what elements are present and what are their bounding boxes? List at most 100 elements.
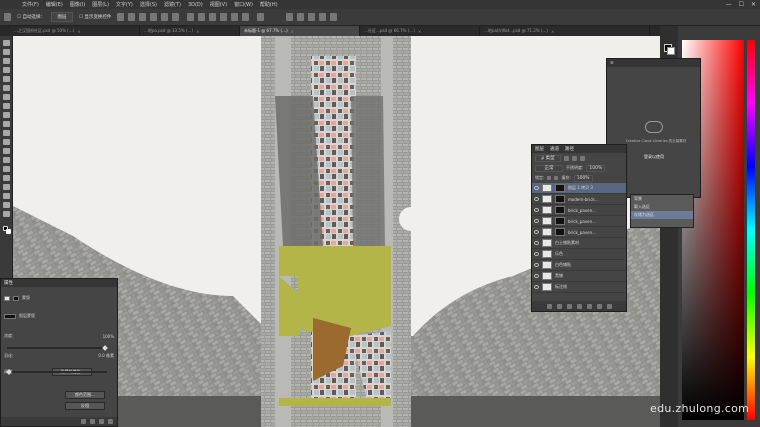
menu-window[interactable]: 窗口(W) — [234, 1, 253, 8]
stamp-icon[interactable] — [3, 112, 10, 118]
distribute-left-icon[interactable] — [220, 13, 228, 21]
close-button[interactable]: ✕ — [751, 1, 756, 8]
distribute-top-icon[interactable] — [187, 13, 195, 21]
eye-icon[interactable] — [534, 285, 539, 289]
menu-item-save-selection[interactable]: 存储为选区 — [631, 211, 693, 219]
menu-file[interactable]: 文件(F) — [22, 1, 39, 8]
invert-button[interactable]: 反相 — [65, 402, 105, 410]
align-vcenter-icon[interactable] — [128, 13, 136, 21]
align-hcenter-icon[interactable] — [161, 13, 169, 21]
align-right-icon[interactable] — [172, 13, 180, 21]
layer-row[interactable]: 白色铺贴 — [532, 260, 626, 271]
trash-icon[interactable] — [108, 419, 113, 424]
menu-image[interactable]: 图像(I) — [70, 1, 85, 8]
3d-roll-icon[interactable] — [308, 13, 316, 21]
tab-document-2[interactable]: …地pa.psd @ 33.5% (…) × — [140, 26, 240, 36]
filter-pixel-icon[interactable] — [564, 155, 569, 161]
mask-thumbnail[interactable] — [555, 206, 565, 214]
adjustment-icon[interactable] — [576, 303, 582, 309]
history-brush-icon[interactable] — [3, 121, 10, 127]
path-select-icon[interactable] — [3, 184, 10, 190]
lock-position-icon[interactable] — [554, 176, 559, 180]
eye-icon[interactable] — [534, 263, 539, 267]
layer-row[interactable]: 黑铺 — [532, 271, 626, 282]
eraser-icon[interactable] — [3, 130, 10, 136]
quick-select-icon[interactable] — [3, 67, 10, 73]
menu-filter[interactable]: 滤镜(T) — [164, 1, 181, 8]
layer-row[interactable]: brick_paven… — [532, 227, 626, 238]
background-color-swatch[interactable] — [6, 229, 11, 234]
auto-select-mode-dropdown[interactable]: 图层 — [50, 12, 73, 22]
blend-mode-dropdown[interactable]: 正常 — [535, 164, 563, 172]
marquee-icon[interactable] — [3, 49, 10, 55]
eye-icon[interactable] — [534, 219, 539, 223]
layer-row[interactable]: brick_paven… — [532, 216, 626, 227]
feather-value[interactable]: 0.0 像素 — [98, 353, 114, 359]
tab-document-3[interactable]: 未标题-1 @ 67.7% (…) × — [240, 26, 360, 36]
menu-type[interactable]: 文字(Y) — [116, 1, 133, 8]
eye-icon[interactable] — [534, 252, 539, 256]
lock-icon[interactable] — [547, 176, 552, 180]
mask-thumbnail[interactable] — [555, 217, 565, 225]
menu-3d[interactable]: 3D(D) — [188, 2, 203, 8]
align-bottom-icon[interactable] — [139, 13, 147, 21]
layer-row[interactable]: 白土铺贴素材 — [532, 238, 626, 249]
pen-icon[interactable] — [3, 166, 10, 172]
auto-select-checkbox[interactable]: ☐ 自动选择： — [15, 12, 47, 22]
distribute-right-icon[interactable] — [242, 13, 250, 21]
menu-select[interactable]: 选择(S) — [140, 1, 157, 8]
menu-layer[interactable]: 图层(L) — [92, 1, 109, 8]
menu-item-load-selection[interactable]: 载入选区 — [631, 203, 693, 211]
move-tool-icon[interactable] — [4, 13, 11, 21]
eye-icon[interactable] — [534, 186, 539, 190]
3d-rotate-icon[interactable] — [297, 13, 305, 21]
show-transform-checkbox[interactable]: ☐ 显示变换控件 — [77, 12, 113, 22]
distribute-hcenter-icon[interactable] — [231, 13, 239, 21]
type-icon[interactable] — [3, 175, 10, 181]
tab-document-4[interactable]: …社区…psd @ 66.7% (…) × — [360, 26, 480, 36]
minimize-button[interactable]: — — [726, 1, 732, 8]
tab-document-1[interactable]: …之汉国府社区.psd @ 50% (…) × — [10, 26, 140, 36]
color-range-button[interactable]: 颜色范围… — [65, 391, 105, 399]
hand-icon[interactable] — [3, 202, 10, 208]
mask-thumbnail[interactable] — [555, 228, 565, 236]
close-tab-icon[interactable]: × — [551, 29, 554, 34]
feather-slider[interactable] — [7, 371, 107, 373]
layer-row[interactable]: 图层 1 拷贝 3 — [532, 183, 626, 194]
distribute-vcenter-icon[interactable] — [198, 13, 206, 21]
menu-view[interactable]: 视图(V) — [210, 1, 227, 8]
eyedropper-icon[interactable] — [3, 85, 10, 91]
close-tab-icon[interactable]: × — [418, 29, 421, 34]
menu-help[interactable]: 帮助(H) — [260, 1, 278, 8]
eye-icon[interactable] — [534, 230, 539, 234]
menu-item-background[interactable]: 背景 — [631, 195, 693, 203]
auto-align-icon[interactable] — [257, 13, 265, 21]
align-top-icon[interactable] — [117, 13, 125, 21]
zoom-icon[interactable] — [3, 211, 10, 217]
healing-brush-icon[interactable] — [3, 94, 10, 100]
load-selection-icon[interactable] — [81, 419, 86, 424]
add-mask-icon[interactable] — [566, 303, 572, 309]
kind-filter-dropdown[interactable]: ρ 类型 — [535, 154, 561, 162]
trash-icon[interactable] — [606, 303, 612, 309]
eye-icon[interactable] — [534, 241, 539, 245]
filter-type-icon[interactable] — [580, 155, 585, 161]
move-tool-icon[interactable] — [3, 40, 10, 46]
align-left-icon[interactable] — [150, 13, 158, 21]
link-icon[interactable] — [546, 303, 552, 309]
menu-edit[interactable]: 编辑(E) — [46, 1, 63, 8]
eye-icon[interactable] — [99, 419, 104, 424]
shape-icon[interactable] — [3, 193, 10, 199]
density-slider[interactable] — [7, 347, 107, 349]
mask-thumbnail[interactable] — [555, 195, 565, 203]
eye-icon[interactable] — [534, 197, 539, 201]
folder-icon[interactable] — [586, 303, 592, 309]
fill-input[interactable]: 100% — [573, 174, 593, 182]
close-tab-icon[interactable]: × — [77, 29, 80, 34]
layer-row[interactable]: 乐色 — [532, 249, 626, 260]
tab-paths[interactable]: 路径 — [565, 146, 574, 152]
density-value[interactable]: 100% — [103, 334, 114, 339]
dodge-icon[interactable] — [3, 157, 10, 163]
layer-row[interactable]: 标注线 — [532, 282, 626, 293]
apply-mask-icon[interactable] — [90, 419, 95, 424]
